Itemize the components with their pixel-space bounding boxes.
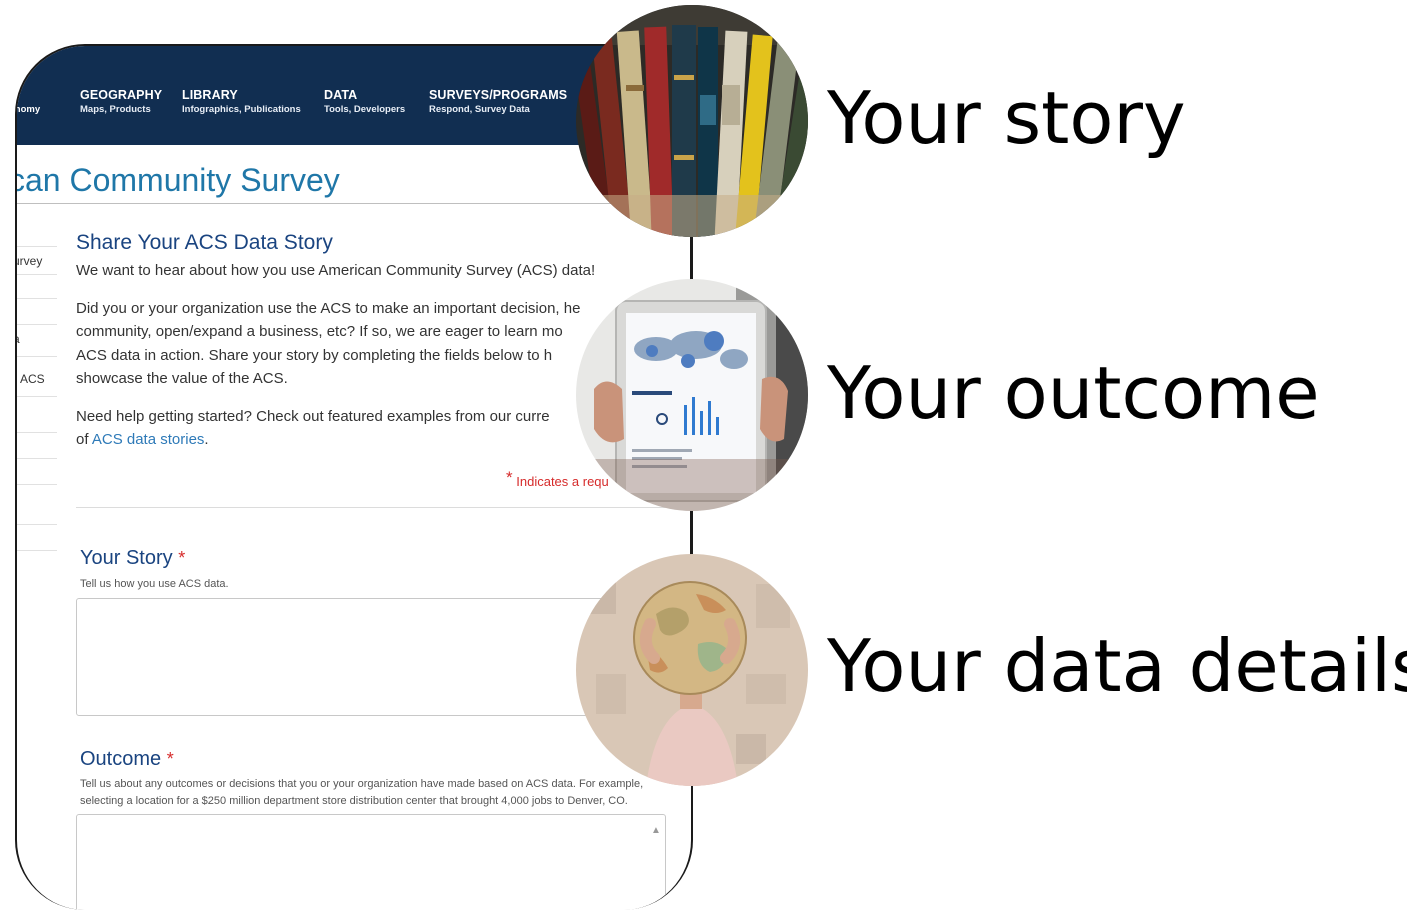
- connector-line: [690, 236, 692, 280]
- scroll-up-arrow-icon[interactable]: ▲: [651, 825, 661, 836]
- title-divider: [17, 203, 691, 204]
- description-line: Did you or your organization use the ACS…: [76, 299, 581, 317]
- required-note-text: Indicates a requ: [516, 474, 609, 489]
- outcome-field-help: Tell us about any outcomes or decisions …: [80, 776, 643, 810]
- sidebar-divider: [17, 550, 57, 551]
- nav-subtitle: Maps, Products: [80, 104, 151, 115]
- sidebar-divider: [17, 484, 57, 485]
- sidebar-divider: [17, 324, 57, 325]
- sidebar-item-acs[interactable]: ACS: [20, 372, 45, 386]
- story-field-label: Your Story *: [80, 547, 185, 570]
- outcome-textarea[interactable]: ▲: [76, 814, 666, 910]
- required-field-note: * Indicates a requ: [506, 468, 609, 491]
- section-heading: Share Your ACS Data Story: [76, 231, 333, 254]
- nav-subtitle: Tools, Developers: [324, 104, 406, 115]
- sidebar-divider: [17, 524, 57, 525]
- caption-your-outcome: Your outcome: [827, 351, 1320, 435]
- outcome-label-text: Outcome: [80, 748, 162, 770]
- sidebar-divider: [17, 432, 57, 433]
- help-line-prefix: of: [76, 431, 92, 448]
- globe-photo-icon: [576, 554, 808, 786]
- sidebar-item-data[interactable]: a: [17, 332, 20, 346]
- nav-item-library[interactable]: LIBRARY Infographics, Publications: [182, 88, 301, 115]
- intro-text: We want to hear about how you use Americ…: [76, 262, 596, 279]
- nav-item-surveys-programs[interactable]: SURVEYS/PROGRAMS Respond, Survey Data: [429, 88, 567, 115]
- nav-subtitle: Infographics, Publications: [182, 104, 301, 115]
- tablet-dashboard-photo-icon: [576, 279, 808, 511]
- sidebar-divider: [17, 298, 57, 299]
- sidebar-divider: [17, 246, 57, 247]
- form-divider: [76, 507, 691, 508]
- connector-line: [690, 510, 692, 555]
- nav-subtitle: Respond, Survey Data: [429, 104, 530, 115]
- nav-item-geography[interactable]: GEOGRAPHY Maps, Products: [80, 88, 162, 115]
- story-label-text: Your Story: [80, 547, 173, 569]
- nav-title: LIBRARY: [182, 88, 238, 102]
- nav-item-cut-subtitle: onomy: [15, 104, 41, 115]
- required-star: *: [506, 468, 513, 487]
- required-star: *: [178, 548, 186, 568]
- page-title: can Community Survey: [15, 162, 340, 198]
- nav-title: GEOGRAPHY: [80, 88, 163, 102]
- sidebar-divider: [17, 356, 57, 357]
- sidebar-item-survey[interactable]: urvey: [17, 254, 42, 268]
- sidebar-divider: [17, 396, 57, 397]
- sidebar-divider: [17, 458, 57, 459]
- story-field-help: Tell us how you use ACS data.: [80, 578, 229, 590]
- caption-your-story: Your story: [827, 76, 1186, 160]
- nav-title: DATA: [324, 88, 358, 102]
- required-star: *: [166, 749, 174, 769]
- outcome-help-line: Tell us about any outcomes or decisions …: [80, 778, 644, 790]
- acs-data-stories-link[interactable]: ACS data stories: [92, 431, 205, 448]
- sidebar-divider: [17, 274, 57, 275]
- help-line-end: .: [204, 431, 209, 448]
- caption-your-data-details: Your data details: [827, 624, 1407, 708]
- outcome-field-label: Outcome *: [80, 748, 174, 771]
- outcome-help-line: selecting a location for a $250 million …: [80, 795, 628, 807]
- nav-title: SURVEYS/PROGRAMS: [429, 88, 568, 102]
- nav-item-data[interactable]: DATA Tools, Developers: [324, 88, 405, 115]
- books-photo-icon: [576, 5, 808, 237]
